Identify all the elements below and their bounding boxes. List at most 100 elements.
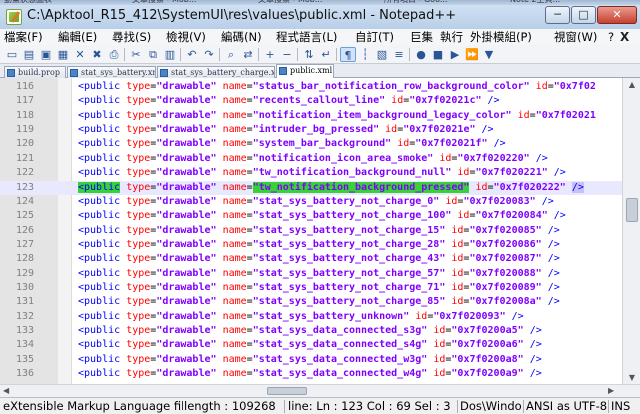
menu-macro[interactable]: 巨集 [410, 30, 433, 44]
line-number: 131 [16, 296, 35, 308]
code-line[interactable]: 130 <public type="drawable" name="stat_sy… [0, 281, 622, 295]
code-text: <public type="drawable" name="status_bar… [78, 81, 596, 92]
horizontal-scrollbar[interactable]: ◀ ▶ [0, 384, 640, 397]
code-text: <public type="drawable" name="notificati… [78, 109, 596, 121]
menu-edit[interactable]: 編輯(E) [58, 30, 97, 44]
code-line[interactable]: 132 <public type="drawable" name="stat_sy… [0, 310, 622, 324]
code-line[interactable]: 125 <public type="drawable" name="stat_sy… [0, 209, 622, 223]
maximize-button[interactable]: □ [571, 6, 596, 24]
scroll-right-icon[interactable]: ▶ [608, 386, 614, 395]
code-line[interactable]: 123 <public type="drawable" name="tw_noti… [0, 180, 622, 195]
code-line[interactable]: 126 <public type="drawable" name="stat_sy… [0, 224, 622, 238]
toolbar-separator [180, 48, 181, 61]
line-number: 136 [16, 368, 35, 380]
menu-window[interactable]: 視窗(W) [554, 30, 597, 44]
replace-icon[interactable]: ⇄ [240, 47, 256, 62]
run-macro-icon[interactable]: ⏩ [464, 47, 480, 62]
zoom-in-icon[interactable]: + [262, 47, 278, 62]
close-button[interactable]: ✕ [597, 6, 637, 24]
print-icon[interactable]: ⎙ [106, 47, 122, 62]
find-icon[interactable]: ⌕ [223, 47, 239, 62]
file-tab-icon [279, 67, 287, 75]
code-line[interactable]: 117 <public type="drawable" name="recents… [0, 94, 622, 108]
redo-icon[interactable]: ↷ [201, 47, 217, 62]
menu-file[interactable]: 檔案(F) [4, 30, 43, 44]
menu-encoding[interactable]: 編碼(N) [221, 30, 262, 44]
line-number: 120 [16, 138, 35, 150]
document-tab-bar: build.prop stat_sys_battery.xml stat_sys… [0, 64, 640, 79]
menu-search[interactable]: 尋找(S) [112, 30, 151, 44]
save-all-icon[interactable]: ▦ [55, 47, 71, 62]
tab-stat-sys-battery[interactable]: stat_sys_battery.xml [67, 66, 156, 78]
tab-public-xml[interactable]: public.xml [276, 64, 334, 79]
toolbar-separator [219, 48, 220, 61]
code-line[interactable]: 128 <public type="drawable" name="stat_sy… [0, 252, 622, 266]
menu-plugins[interactable]: 外掛模組(P) [470, 30, 532, 44]
sync-scroll-icon[interactable]: ⇅ [301, 47, 317, 62]
code-line[interactable]: 133 <public type="drawable" name="stat_sy… [0, 324, 622, 338]
code-text: <public type="drawable" name="stat_sys_d… [78, 339, 542, 351]
menu-settings[interactable]: 自訂(T) [355, 30, 394, 44]
toolbar-separator [409, 48, 410, 61]
vertical-scrollbar[interactable]: ▲ ▼ [622, 78, 640, 384]
vertical-scroll-thumb[interactable] [626, 198, 638, 222]
menu-run[interactable]: 執行 [440, 30, 463, 44]
play-macro-icon[interactable]: ▶ [447, 47, 463, 62]
tab-label: stat_sys_battery_charge.xml [171, 68, 275, 77]
wrap-icon[interactable]: ↵ [318, 47, 334, 62]
menu-help[interactable]: ? [608, 30, 614, 44]
copy-icon[interactable]: ⧉ [145, 47, 161, 62]
toolbar-separator [336, 48, 337, 61]
code-line[interactable]: 134 <public type="drawable" name="stat_sy… [0, 338, 622, 352]
indent-guide-icon[interactable]: ┆ [357, 47, 373, 62]
code-line[interactable]: 120 <public type="drawable" name="system_… [0, 137, 622, 151]
code-line[interactable]: 124 <public type="drawable" name="stat_sy… [0, 195, 622, 209]
open-file-icon[interactable]: ▤ [21, 47, 37, 62]
close-icon[interactable]: ✕ [72, 47, 88, 62]
code-line[interactable]: 121 <public type="drawable" name="notific… [0, 152, 622, 166]
scroll-down-icon[interactable]: ▼ [626, 373, 638, 382]
line-number: 127 [16, 238, 35, 250]
scroll-up-icon[interactable]: ▲ [626, 80, 638, 89]
status-insert-mode: INS [611, 399, 631, 413]
code-text: <public type="drawable" name="stat_sys_b… [78, 267, 560, 279]
code-line[interactable]: 136 <public type="drawable" name="stat_sy… [0, 367, 622, 381]
stop-macro-icon[interactable]: ■ [430, 47, 446, 62]
horizontal-scroll-thumb[interactable] [267, 387, 307, 395]
code-line[interactable]: 135 <public type="drawable" name="stat_sy… [0, 353, 622, 367]
tab-label: stat_sys_battery.xml [81, 68, 156, 77]
code-line[interactable]: 116 <public type="drawable" name="status_… [0, 80, 622, 94]
line-number: 118 [16, 109, 35, 121]
save-icon[interactable]: ▣ [38, 47, 54, 62]
menu-language[interactable]: 程式語言(L) [276, 30, 337, 44]
cut-icon[interactable]: ✂ [128, 47, 144, 62]
code-line[interactable]: 131 <public type="drawable" name="stat_sy… [0, 295, 622, 309]
code-text: <public type="drawable" name="stat_sys_b… [78, 282, 560, 294]
scroll-left-icon[interactable]: ◀ [3, 386, 9, 395]
close-all-icon[interactable]: ✖ [89, 47, 105, 62]
paste-icon[interactable]: ▥ [162, 47, 178, 62]
code-line[interactable]: 129 <public type="drawable" name="stat_sy… [0, 267, 622, 281]
code-line[interactable]: 118 <public type="drawable" name="notific… [0, 109, 622, 123]
toolbar: ▭ ▤ ▣ ▦ ✕ ✖ ⎙ ✂ ⧉ ▥ ↶ ↷ ⌕ ⇄ + − ⇅ ↵ ¶ ┆ ▧ ≡ ● ■ ▶ ⏩ ▼ [0, 45, 640, 64]
status-length: length : 109268 [184, 399, 276, 413]
show-all-chars-icon[interactable]: ¶ [340, 47, 356, 62]
record-macro-icon[interactable]: ● [413, 47, 429, 62]
minimize-button[interactable]: ─ [545, 6, 570, 24]
line-number: 124 [16, 195, 35, 207]
code-line[interactable]: 122 <public type="drawable" name="tw_noti… [0, 166, 622, 180]
doc-map-icon[interactable]: ▧ [374, 47, 390, 62]
tab-stat-sys-battery-charge[interactable]: stat_sys_battery_charge.xml [157, 66, 275, 78]
save-macro-icon[interactable]: ▼ [481, 47, 497, 62]
menu-view[interactable]: 檢視(V) [166, 30, 206, 44]
code-text: <public type="drawable" name="stat_sys_d… [78, 325, 542, 337]
tab-build-prop[interactable]: build.prop [4, 66, 66, 78]
new-file-icon[interactable]: ▭ [4, 47, 20, 62]
function-list-icon[interactable]: ≡ [391, 47, 407, 62]
code-editor[interactable]: 116 <public type="drawable" name="status_… [0, 78, 640, 384]
undo-icon[interactable]: ↶ [184, 47, 200, 62]
code-line[interactable]: 119 <public type="drawable" name="intrude… [0, 123, 622, 137]
code-line[interactable]: 127 <public type="drawable" name="stat_sy… [0, 238, 622, 252]
zoom-out-icon[interactable]: − [279, 47, 295, 62]
close-document-icon[interactable]: X [620, 30, 629, 44]
